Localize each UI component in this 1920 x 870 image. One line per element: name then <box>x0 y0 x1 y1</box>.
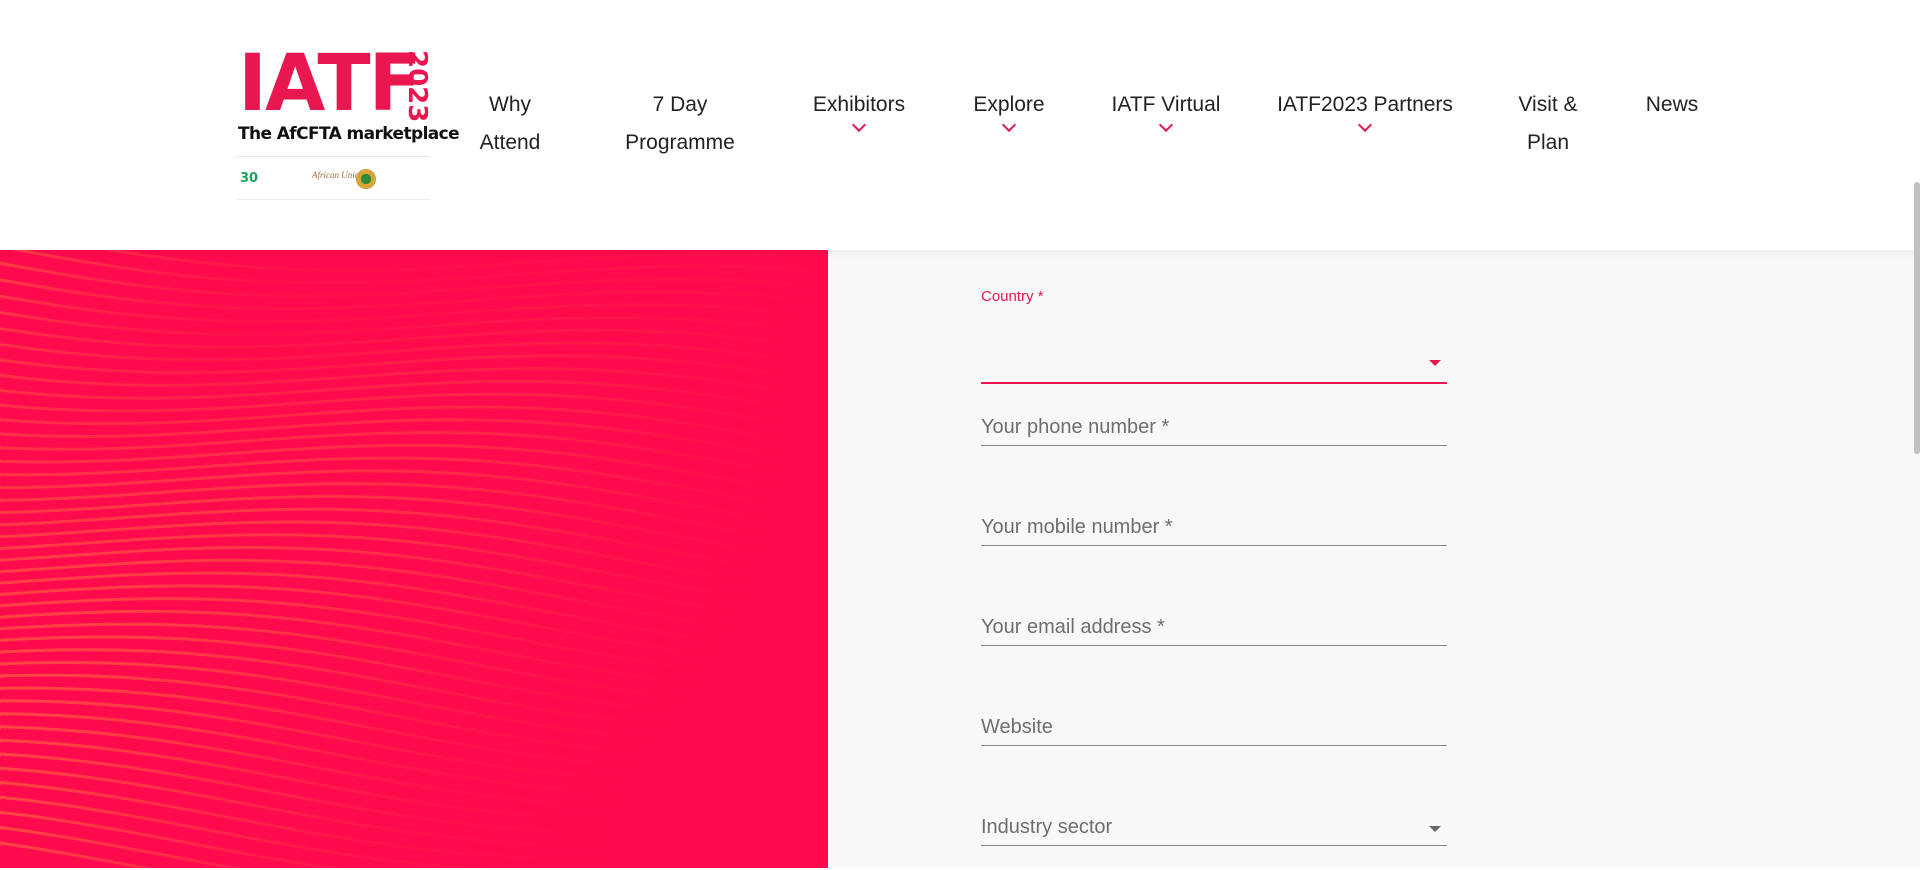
phone-underline <box>981 445 1447 446</box>
wave-line <box>0 660 828 745</box>
wave-line <box>0 810 828 868</box>
iatf-logo[interactable]: IATF 2023 The AfCFTA marketplace 30 Afri… <box>236 39 460 200</box>
nav-item-exhibitors[interactable]: Exhibitors <box>805 86 913 136</box>
industry-underline <box>981 845 1447 846</box>
chevron-down-icon[interactable] <box>851 117 867 133</box>
mobile-underline <box>981 545 1447 546</box>
nav-item-label: News <box>1645 93 1699 116</box>
nav-item-news[interactable]: News <box>1640 86 1704 124</box>
email-placeholder: Your email address * <box>981 616 1165 638</box>
email-address-field[interactable]: Your email address * <box>981 610 1447 670</box>
logo-wordmark: IATF <box>238 39 422 129</box>
chevron-down-icon[interactable] <box>1158 117 1174 133</box>
nav-item-label: IATF2023 Partners <box>1277 93 1453 116</box>
wave-line <box>0 507 828 580</box>
wave-pattern <box>0 250 828 868</box>
website-placeholder: Website <box>981 716 1053 738</box>
dropdown-arrow-icon[interactable] <box>1429 826 1441 832</box>
nav-item-iatf2023-partners[interactable]: IATF2023 Partners <box>1276 86 1454 136</box>
registration-form-area: Country * Your phone number * Your mobil… <box>828 250 1920 868</box>
partner-logos: 30 African Union <box>236 156 430 200</box>
nav-item-explore[interactable]: Explore <box>965 86 1053 136</box>
wave-line <box>0 261 828 298</box>
site-header: IATF 2023 The AfCFTA marketplace 30 Afri… <box>0 0 1920 250</box>
phone-number-field[interactable]: Your phone number * <box>981 410 1447 470</box>
nav-item-label: Why Attend <box>479 93 541 154</box>
nav-item-label: IATF Virtual <box>1111 93 1221 116</box>
wave-line <box>0 277 828 311</box>
industry-placeholder: Industry sector <box>981 816 1113 838</box>
nav-item-visit-plan[interactable]: Visit & Plan <box>1510 86 1586 162</box>
decorative-wave-panel <box>0 250 828 868</box>
country-label: Country * <box>981 288 1044 305</box>
nav-item-7-day-programme[interactable]: 7 Day Programme <box>620 86 740 162</box>
chevron-down-icon[interactable] <box>1001 117 1017 133</box>
logo-tagline: The AfCFTA marketplace <box>238 124 460 144</box>
website-field[interactable]: Website <box>981 710 1447 770</box>
country-select[interactable]: Country * <box>981 288 1447 384</box>
nav-item-label: Explore <box>973 93 1045 116</box>
phone-placeholder: Your phone number * <box>981 416 1170 438</box>
nav-item-label: Exhibitors <box>812 93 906 116</box>
logo-year: 2023 <box>402 50 432 123</box>
afreximbank-30-logo: 30 <box>240 171 259 186</box>
afcfta-seal-icon <box>356 169 376 189</box>
country-underline <box>981 382 1447 384</box>
mobile-placeholder: Your mobile number * <box>981 516 1173 538</box>
mobile-number-field[interactable]: Your mobile number * <box>981 510 1447 570</box>
nav-item-label: 7 Day Programme <box>625 93 735 154</box>
nav-item-iatf-virtual[interactable]: IATF Virtual <box>1104 86 1228 136</box>
industry-sector-select[interactable]: Industry sector <box>981 810 1447 870</box>
nav-item-label: Visit & Plan <box>1518 93 1578 154</box>
website-underline <box>981 745 1447 746</box>
dropdown-arrow-icon[interactable] <box>1429 360 1441 366</box>
chevron-down-icon[interactable] <box>1357 117 1373 133</box>
nav-item-why-attend[interactable]: Why Attend <box>468 86 552 162</box>
page-scrollbar-thumb[interactable] <box>1914 182 1920 454</box>
email-underline <box>981 645 1447 646</box>
